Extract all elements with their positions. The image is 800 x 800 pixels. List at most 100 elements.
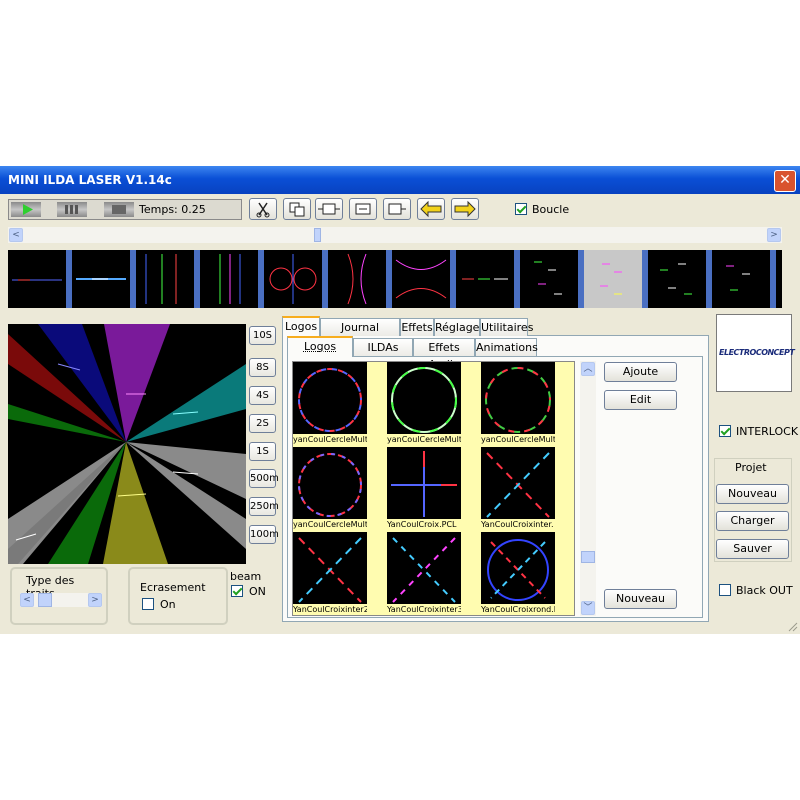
timeline-scrollbar[interactable]: < >	[8, 227, 782, 243]
frame-thumbnail[interactable]	[520, 250, 578, 308]
interlock-checkbox[interactable]	[719, 425, 731, 437]
line-type-thumb[interactable]	[38, 593, 52, 607]
project-label: Projet	[735, 461, 767, 474]
logo-item[interactable]: yanCoulCercleMulti	[387, 362, 461, 444]
project-load-button[interactable]: Charger	[716, 511, 789, 531]
title-bar: MINI ILDA LASER V1.14c ✕	[0, 166, 800, 194]
logo-item[interactable]: YanCoulCroix.PCL	[387, 447, 461, 529]
logo-item[interactable]: YanCoulCroixinter2	[293, 532, 367, 614]
logo-circle-graphic	[298, 453, 362, 517]
overwrite-checkbox[interactable]	[142, 598, 154, 610]
cut-button[interactable]	[249, 198, 277, 220]
new-logo-button[interactable]: Nouveau	[604, 589, 677, 609]
timing-500m-button[interactable]: 500m	[249, 469, 279, 488]
scroll-left-arrow[interactable]: <	[9, 228, 23, 242]
insert-button[interactable]	[383, 198, 411, 220]
shrink-button[interactable]	[349, 198, 377, 220]
loop-label: Boucle	[532, 203, 570, 216]
laser-beams-graphic	[8, 324, 246, 564]
frame-thumbnail[interactable]	[72, 250, 130, 308]
timing-10s-button[interactable]: 10S	[249, 326, 276, 345]
logo-caption: yanCoulCercleMulti	[481, 435, 555, 444]
logo-x-graphic	[298, 537, 362, 603]
frame-thumbnail-selected[interactable]	[584, 250, 642, 308]
edit-logo-button[interactable]: Edit	[604, 390, 677, 410]
timing-100m-button[interactable]: 100m	[249, 525, 279, 544]
project-save-button[interactable]: Sauver	[716, 539, 789, 559]
frame-thumbnail[interactable]	[200, 250, 258, 308]
copy-button[interactable]	[283, 198, 311, 220]
logo-item[interactable]: YanCoulCroixrond.P	[481, 532, 555, 614]
pause-button[interactable]	[57, 202, 87, 217]
play-icon	[23, 204, 33, 215]
tab-effets[interactable]: Effets	[400, 318, 434, 336]
logo-cross-graphic	[391, 451, 457, 517]
scroll-up-arrow[interactable]: ︿	[581, 362, 595, 376]
arrow-right-icon	[454, 200, 476, 218]
stop-button[interactable]	[104, 202, 134, 217]
brand-logo: ELECTROCONCEPT	[719, 348, 795, 357]
frame-thumbnail[interactable]	[136, 250, 194, 308]
tab-journal-lumineux[interactable]: Journal lumineux	[320, 318, 400, 351]
resize-grip[interactable]	[786, 620, 798, 632]
logo-caption: yanCoulCercleMulti	[293, 520, 367, 529]
beam-label: beam	[230, 570, 262, 583]
logo-circle-graphic	[485, 367, 551, 433]
logo-caption: yanCoulCercleMulti	[293, 435, 367, 444]
tab-logos[interactable]: Logos	[282, 316, 320, 336]
stretch-icon	[318, 203, 340, 215]
logo-item[interactable]: yanCoulCercleMulti	[293, 447, 367, 529]
scroll-right-arrow[interactable]: >	[767, 228, 781, 242]
scissors-icon	[256, 202, 270, 218]
timeline-thumb[interactable]	[314, 228, 321, 242]
tab-reglage[interactable]: Réglage	[434, 318, 480, 336]
timing-1s-button[interactable]: 1S	[249, 442, 276, 461]
gallery-scroll-thumb[interactable]	[581, 551, 595, 563]
logo-item[interactable]: YanCoulCroixinter3	[387, 532, 461, 614]
beam-checkbox[interactable]	[231, 585, 243, 597]
frame-strip	[8, 250, 782, 308]
loop-checkbox[interactable]	[515, 203, 527, 215]
logo-item[interactable]: yanCoulCercleMulti	[481, 362, 555, 444]
timing-8s-button[interactable]: 8S	[249, 358, 276, 377]
frame-thumbnail[interactable]	[328, 250, 386, 308]
previous-button[interactable]	[417, 198, 445, 220]
frame-thumbnail[interactable]	[648, 250, 706, 308]
line-type-scrollbar[interactable]: < >	[20, 593, 102, 607]
tab-sub-effets-audio[interactable]: Effets Audio	[413, 338, 475, 371]
timing-4s-button[interactable]: 4S	[249, 386, 276, 405]
logo-caption: YanCoulCroixinter2	[293, 605, 367, 614]
logo-circle-graphic	[298, 368, 362, 432]
add-logo-button[interactable]: Ajoute	[604, 362, 677, 382]
blackout-checkbox[interactable]	[719, 584, 731, 596]
stretch-button[interactable]	[315, 198, 343, 220]
logo-item[interactable]: yanCoulCercleMulti	[293, 362, 367, 444]
play-button[interactable]	[11, 202, 41, 217]
tab-sub-animations[interactable]: Animations	[475, 338, 538, 356]
scroll-down-arrow[interactable]: ﹀	[581, 601, 595, 615]
next-button[interactable]	[451, 198, 479, 220]
frame-thumbnail[interactable]	[264, 250, 322, 308]
frame-thumbnail[interactable]	[8, 250, 66, 308]
logo-item[interactable]: YanCoulCroixinter.	[481, 447, 555, 529]
tab-sub-logos[interactable]: Logos	[287, 336, 353, 357]
logo-caption: YanCoulCroixrond.P	[481, 605, 555, 614]
timing-2s-button[interactable]: 2S	[249, 414, 276, 433]
tab-sub-ildas[interactable]: ILDAs	[353, 338, 413, 356]
timing-250m-button[interactable]: 250m	[249, 497, 279, 516]
close-button[interactable]: ✕	[774, 170, 796, 192]
scroll-right-arrow[interactable]: >	[88, 593, 102, 607]
laser-preview	[8, 324, 246, 564]
frame-thumbnail[interactable]	[392, 250, 450, 308]
scroll-left-arrow[interactable]: <	[20, 593, 34, 607]
project-new-button[interactable]: Nouveau	[716, 484, 789, 504]
logo-caption: yanCoulCercleMulti	[387, 435, 461, 444]
frame-thumbnail[interactable]	[456, 250, 514, 308]
blackout-label: Black OUT	[736, 584, 793, 597]
brand-logo-box: ELECTROCONCEPT	[716, 314, 795, 392]
logo-gallery: yanCoulCercleMulti yanCoulCercleMulti ya…	[292, 361, 575, 616]
interlock-label: INTERLOCK	[736, 425, 799, 438]
gallery-scrollbar[interactable]: ︿ ﹀	[580, 361, 596, 616]
tab-utilitaires[interactable]: Utilitaires	[480, 318, 533, 336]
frame-thumbnail[interactable]	[712, 250, 770, 308]
